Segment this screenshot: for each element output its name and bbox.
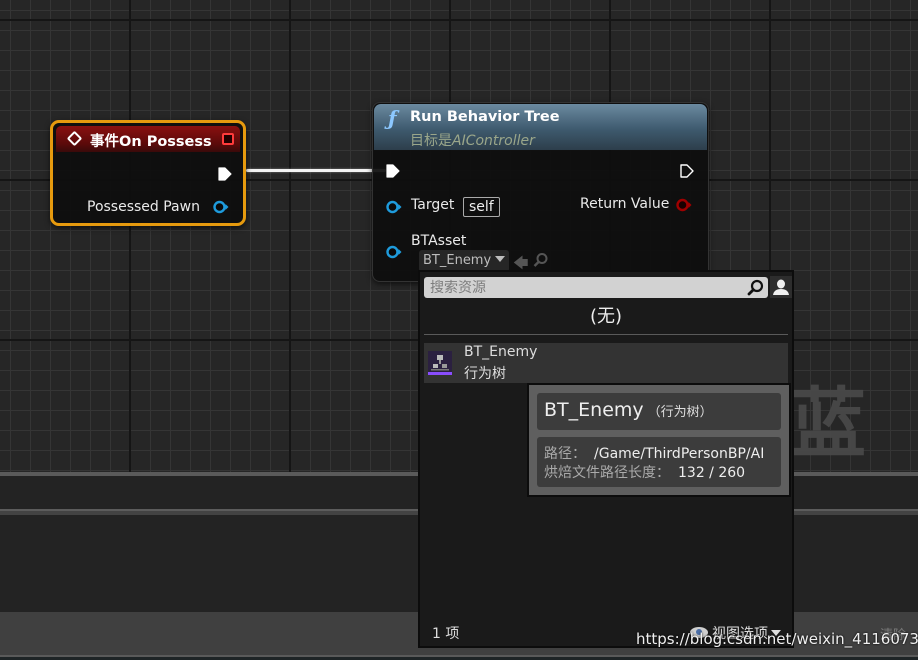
- cook-path-value: 132 / 260: [678, 465, 746, 481]
- run-behavior-tree-node[interactable]: ƒ Run Behavior Tree 目标是AIController Targ…: [372, 102, 709, 282]
- possessed-pawn-label: Possessed Pawn: [87, 199, 200, 215]
- csdn-watermark: https://blog.csdn.net/weixin_41160737: [636, 630, 918, 648]
- target-default-value: self: [463, 197, 500, 217]
- delegate-pin-icon[interactable]: [222, 133, 234, 145]
- btasset-pin-icon[interactable]: [386, 245, 402, 259]
- event-node-header[interactable]: 事件On Possess: [56, 126, 240, 152]
- cook-path-label: 烘焙文件路径长度：: [544, 465, 670, 481]
- asset-list-item[interactable]: BT_Enemy 行为树: [424, 343, 788, 383]
- user-icon: [773, 279, 789, 295]
- none-option[interactable]: (无): [420, 300, 792, 333]
- tooltip-body: 路径： /Game/ThirdPersonBP/AI 烘焙文件路径长度： 132 /…: [537, 437, 781, 487]
- divider: [424, 334, 788, 335]
- asset-search-input[interactable]: [424, 277, 744, 298]
- path-label: 路径：: [544, 446, 586, 462]
- asset-search-box[interactable]: [424, 277, 768, 298]
- event-node-title: 事件On Possess: [90, 134, 212, 150]
- browse-asset-icon[interactable]: [533, 252, 549, 268]
- exec-in-pin-icon[interactable]: [386, 164, 400, 178]
- asset-item-type: 行为树: [464, 366, 506, 382]
- btasset-combo-button[interactable]: BT_Enemy: [419, 250, 509, 272]
- asset-tooltip: BT_Enemy （行为树） 路径： /Game/ThirdPersonBP/AI …: [527, 383, 791, 497]
- return-value-label: Return Value: [580, 196, 670, 212]
- rbt-node-header[interactable]: ƒ Run Behavior Tree 目标是AIController: [374, 104, 707, 150]
- btasset-pin-label: BTAsset: [411, 233, 467, 249]
- possessed-pawn-pin-icon[interactable]: [213, 200, 229, 214]
- asset-item-name: BT_Enemy: [464, 344, 538, 360]
- subtitle-target: AIController: [452, 133, 535, 149]
- tooltip-header: BT_Enemy （行为树）: [537, 393, 781, 430]
- rbt-node-subtitle: 目标是AIController: [410, 130, 535, 150]
- function-icon: ƒ: [388, 106, 397, 130]
- btasset-combo-value: BT_Enemy: [423, 253, 492, 268]
- path-value: /Game/ThirdPersonBP/AI: [594, 446, 765, 462]
- filter-user-button[interactable]: [770, 276, 792, 298]
- subtitle-prefix: 目标是: [410, 133, 452, 149]
- target-pin-label: Target: [411, 197, 455, 213]
- tooltip-asset-name: BT_Enemy （行为树）: [544, 399, 713, 421]
- chevron-down-icon: [495, 256, 506, 262]
- exec-then-pin-icon[interactable]: [680, 164, 694, 178]
- rbt-node-title: Run Behavior Tree: [410, 109, 560, 125]
- event-diamond-icon: [66, 130, 83, 147]
- behavior-tree-icon: [428, 351, 452, 375]
- event-on-possess-node[interactable]: 事件On Possess Possessed Pawn: [50, 120, 246, 226]
- search-icon[interactable]: [747, 279, 764, 296]
- bottom-edge: [0, 655, 918, 660]
- tooltip-asset-type: （行为树）: [647, 405, 713, 420]
- exec-wire[interactable]: [246, 169, 386, 172]
- exec-out-pin-icon[interactable]: [218, 167, 232, 181]
- target-pin-icon[interactable]: [386, 200, 402, 214]
- return-value-pin-icon[interactable]: [676, 198, 692, 212]
- tooltip-cook-row: 烘焙文件路径长度： 132 / 260: [544, 462, 745, 482]
- tooltip-path-row: 路径： /Game/ThirdPersonBP/AI: [544, 443, 764, 463]
- item-count: 1 项: [432, 626, 460, 642]
